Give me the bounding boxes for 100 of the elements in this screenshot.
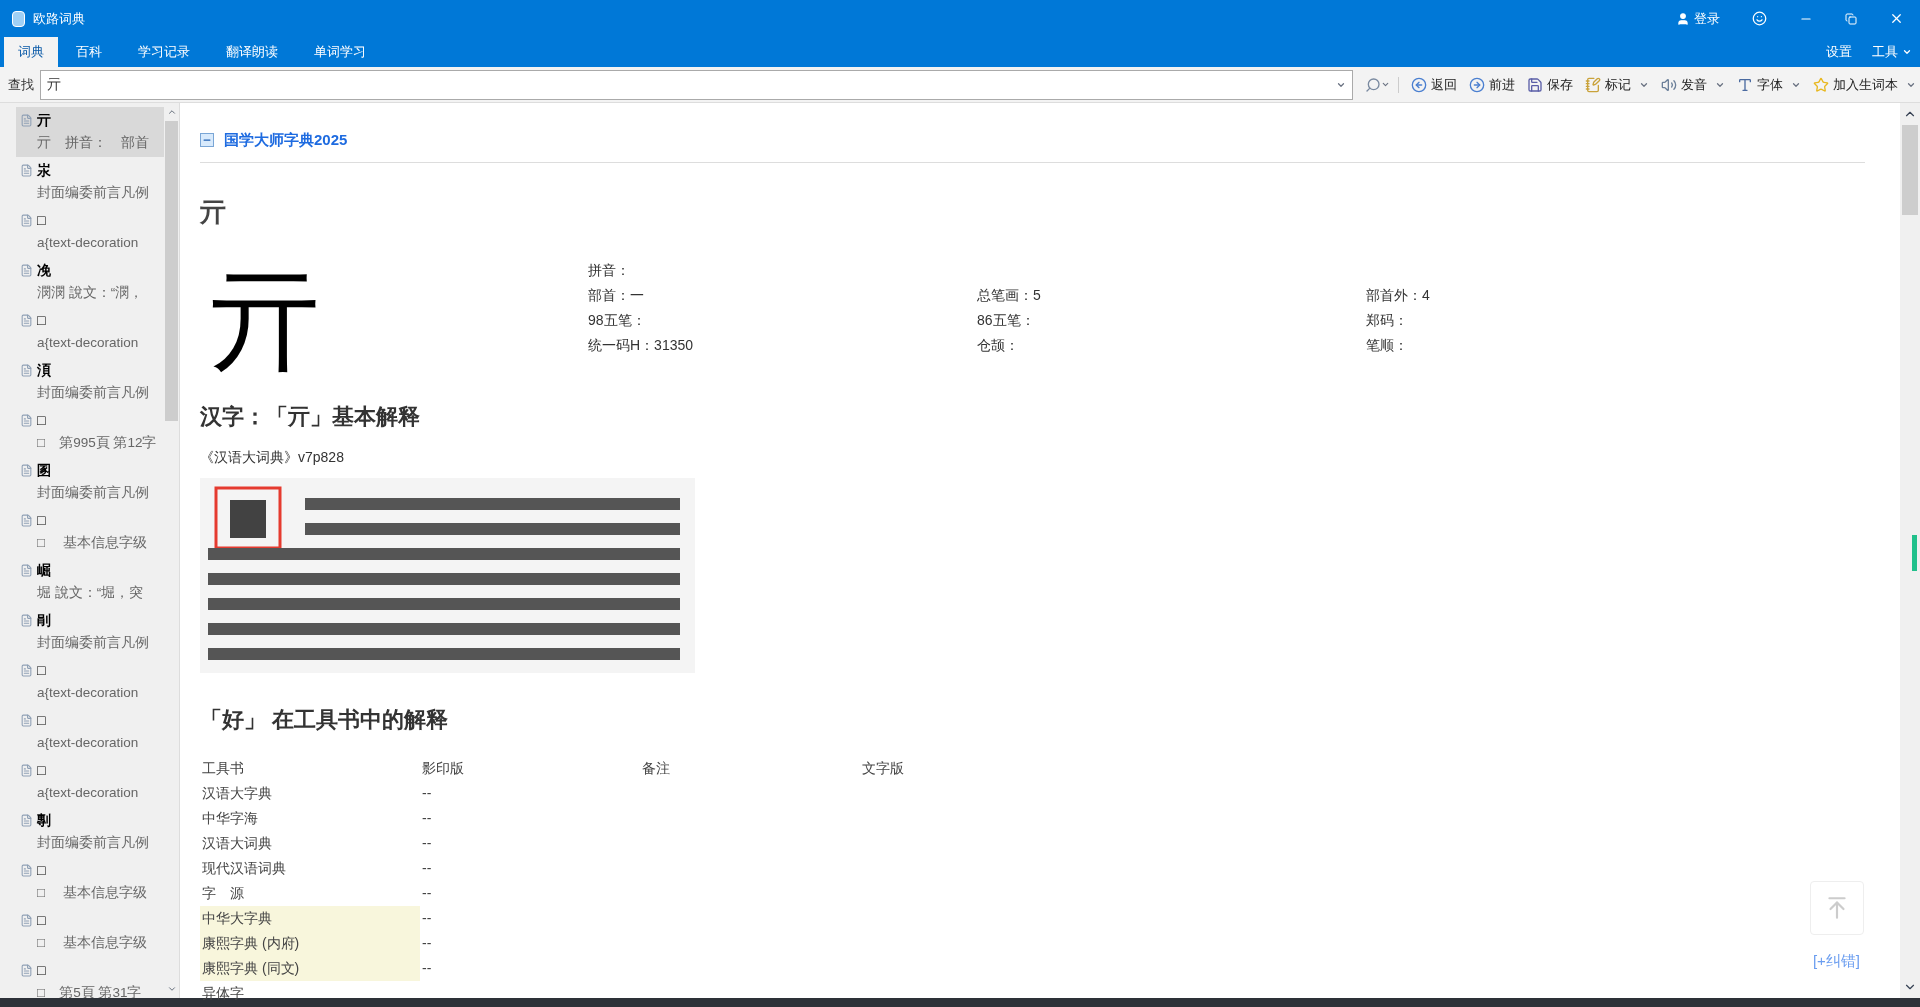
entry-title: □ [37,511,46,530]
info-text: 86五笔： [977,310,1035,330]
column-header: 文字版 [861,758,905,778]
large-character: 亓 [209,255,321,386]
info-text: 仓颉： [977,335,1019,355]
forward-icon [1469,76,1485,93]
list-item[interactable]: □ a{text-decoration [16,757,165,807]
table-cell-text: -- [421,908,433,928]
font-icon [1737,76,1753,93]
entry-title: □ [37,661,46,680]
scrollbar-thumb[interactable] [165,121,179,421]
tab[interactable]: 词典 [4,37,58,67]
info-text: 98五笔： [588,310,646,330]
document-icon [20,514,33,527]
toolbar-button[interactable]: 标记 [1585,74,1649,95]
list-item[interactable]: 崛 堀 說文：“堀，突 [16,557,165,607]
document-icon [20,564,33,577]
info-text: 部首：一 [588,285,644,305]
login-button[interactable]: 登录 [1676,8,1720,29]
entry-snippet: 封面编委前言凡例 [36,484,149,502]
tab[interactable]: 翻译朗读 [212,37,292,67]
collapse-icon[interactable] [200,133,214,148]
entry-title: 汖 [37,161,51,180]
document-icon [20,414,33,427]
document-icon [20,714,33,727]
entry-snippet: □ 基本信息字级 [36,884,147,902]
document-icon [20,964,33,977]
list-item[interactable]: 凂 潣潣 說文：“潣， [16,257,165,307]
info-text: 拼音： [588,260,630,280]
entry-title: 湏 [37,361,51,380]
document-icon [20,614,33,627]
column-header: 备注 [641,758,671,778]
toolbar-button[interactable]: 字体 [1737,74,1801,95]
menu-button[interactable]: 工具 [1872,37,1912,67]
entry-title: □ [37,311,46,330]
list-item[interactable]: 汖 封面编委前言凡例 [16,157,165,207]
list-item[interactable]: □ a{text-decoration [16,207,165,257]
list-item[interactable]: 圂 封面编委前言凡例 [16,457,165,507]
document-icon [20,914,33,927]
dictionary-title[interactable]: 国学大师字典2025 [224,129,348,152]
entry-title: 剸 [37,811,51,830]
entry-snippet: 封面编委前言凡例 [36,834,149,852]
floppy-icon [1527,76,1543,93]
search-field[interactable]: 亓 [40,69,1353,100]
user-icon [1676,11,1690,26]
search-icon [1365,76,1381,93]
document-icon [20,314,33,327]
speaker-icon [1661,76,1677,93]
scrollbar[interactable] [1900,103,1920,998]
toolbar-button[interactable]: 加入生词本 [1813,74,1916,95]
list-item[interactable]: □ a{text-decoration [16,307,165,357]
toolbar-button[interactable]: 前进 [1469,74,1515,95]
info-text: 部首外：4 [1366,285,1430,305]
document-icon [20,364,33,377]
restore-icon[interactable] [1845,12,1857,25]
entry-heading: 亓 [200,195,226,229]
list-item[interactable]: □ a{text-decoration [16,707,165,757]
list-item[interactable]: 亓 亓 拼音： 部首 [16,107,165,157]
entry-title: 圂 [37,461,51,480]
tab[interactable]: 学习记录 [124,37,204,67]
table-cell: 康熙字典 (内府) [200,930,420,956]
scrollbar-thumb[interactable] [1902,125,1918,215]
notepad-icon [1585,76,1601,93]
entry-snippet: 封面编委前言凡例 [36,634,149,652]
toolbar-button[interactable]: 返回 [1411,74,1457,95]
entry-title: 崛 [37,561,51,580]
search-button[interactable] [1365,76,1399,93]
entry-title: 亓 [37,111,51,130]
entry-snippet: 堀 說文：“堀，突 [36,584,144,602]
table-cell-text: 中华字海 [201,808,259,828]
close-icon[interactable] [1889,11,1904,26]
tab[interactable]: 百科 [62,37,116,67]
back-to-top-button[interactable] [1810,881,1864,935]
entry-title: □ [37,711,46,730]
table-cell-text: -- [421,958,433,978]
list-item[interactable]: □ □ 基本信息字级 [16,857,165,907]
back-icon [1411,76,1427,93]
list-item[interactable]: 剈 封面编委前言凡例 [16,607,165,657]
feedback-icon[interactable] [1752,11,1767,26]
list-item[interactable]: □ □ 第995頁 第12字 [16,407,165,457]
entry-title: 凂 [37,261,51,280]
table-cell-text: -- [421,783,433,803]
app-icon [12,10,25,27]
menu-button[interactable]: 设置 [1826,37,1852,67]
document-icon [20,814,33,827]
toolbar-button[interactable]: 保存 [1527,74,1573,95]
section-heading: 汉字：「亓」基本解释 [200,402,420,431]
list-item[interactable]: □ □ 基本信息字级 [16,907,165,957]
list-item[interactable]: 湏 封面编委前言凡例 [16,357,165,407]
document-icon [20,164,33,177]
list-item[interactable]: □ a{text-decoration [16,657,165,707]
caret-icon [1902,47,1912,57]
info-text: 笔顺： [1366,335,1408,355]
list-item[interactable]: □ □ 基本信息字级 [16,507,165,557]
toolbar-button[interactable]: 发音 [1661,74,1725,95]
scroll-marker [1911,535,1917,571]
tab[interactable]: 单词学习 [300,37,380,67]
document-icon [20,664,33,677]
table-cell-text: 汉语大词典 [201,833,273,853]
list-item[interactable]: 剸 封面编委前言凡例 [16,807,165,857]
